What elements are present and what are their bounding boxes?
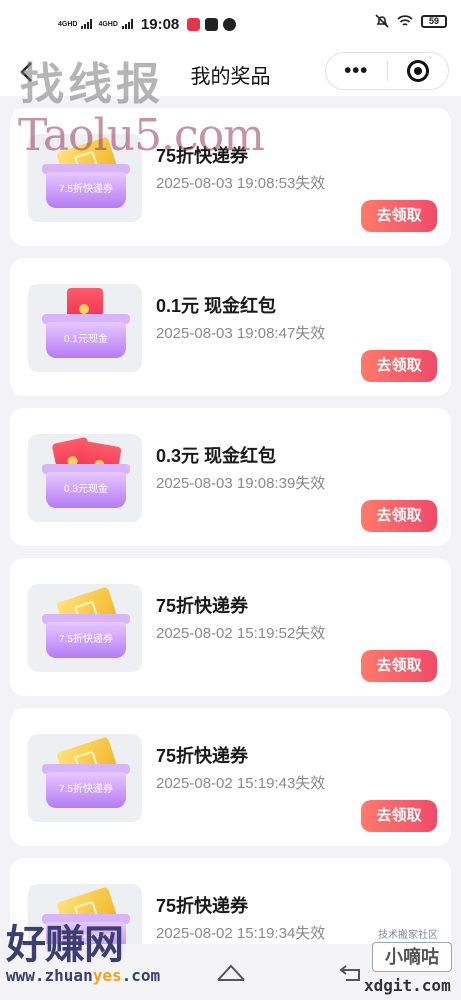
status-time: 19:08 — [140, 15, 180, 33]
watermark-zhuanyes-c: .com — [121, 966, 161, 985]
watermark-zhuanyes-b: yes — [92, 966, 122, 985]
mini-program-capsule: ••• — [325, 52, 449, 90]
claim-button[interactable]: 去领取 — [361, 650, 437, 682]
signal-label-1: 4GHD — [58, 20, 78, 28]
status-bar: 4GHD 4GHD 19:08 59 — [0, 0, 461, 48]
back-nav-icon[interactable] — [338, 962, 364, 982]
prize-expire-time: 2025-08-03 19:08:53失效 — [156, 175, 326, 192]
target-circle-icon — [406, 60, 429, 82]
signal-bars-icon — [121, 19, 133, 29]
mute-bell-icon — [375, 14, 389, 28]
claim-button[interactable]: 去领取 — [361, 800, 437, 832]
prize-badge: 0.3元现金 — [46, 472, 126, 508]
watermark-zhuanyes-a: www.zhuan — [6, 966, 93, 985]
prize-name: 75折快递券 — [156, 896, 249, 916]
watermark-taolu5: Taolu5.com — [18, 110, 265, 161]
claim-button[interactable]: 去领取 — [361, 350, 437, 382]
prize-thumbnail: 0.1元现金 — [28, 284, 142, 372]
watermark-haozhuan: 好赚网 — [6, 922, 124, 968]
prize-expire-time: 2025-08-03 19:08:47失效 — [156, 325, 326, 342]
claim-button[interactable]: 去领取 — [361, 500, 437, 532]
chat-bubble-icon — [223, 17, 237, 31]
prize-card: 0.1元现金 0.1元 现金红包 2025-08-03 19:08:47失效 去… — [10, 258, 451, 396]
prize-expire-time: 2025-08-02 15:19:52失效 — [156, 625, 326, 642]
prize-badge: 0.1元现金 — [46, 322, 126, 358]
prize-thumbnail: 0.3元现金 — [28, 434, 142, 522]
signal-bars-icon — [81, 19, 93, 29]
prize-card: 7.5折快递券 75折快递券 2025-08-02 15:19:52失效 去领取 — [10, 558, 451, 696]
prize-name: 0.1元 现金红包 — [156, 296, 277, 316]
prize-badge: 7.5折快递券 — [46, 172, 126, 208]
watermark-xiaodi-caption: 技术搬家社区 — [378, 930, 438, 941]
message-notification-icon — [205, 17, 219, 31]
more-button[interactable]: ••• — [326, 61, 387, 81]
battery-icon: 59 — [421, 14, 447, 28]
claim-button[interactable]: 去领取 — [361, 200, 437, 232]
prize-card: 7.5折快递券 75折快递券 2025-08-02 15:19:43失效 去领取 — [10, 708, 451, 846]
watermark-zhuanyes: www.zhuanyes.com — [6, 966, 160, 985]
prize-name: 75折快递券 — [156, 596, 249, 616]
prize-card: 0.3元现金 0.3元 现金红包 2025-08-03 19:08:39失效 去… — [10, 408, 451, 546]
close-mini-program-button[interactable] — [387, 60, 448, 82]
signal-label-2: 4GHD — [98, 20, 118, 28]
prize-expire-time: 2025-08-02 15:19:43失效 — [156, 775, 326, 792]
prize-expire-time: 2025-08-03 19:08:39失效 — [156, 475, 326, 492]
prize-thumbnail: 7.5折快递券 — [28, 584, 142, 672]
watermark-zhaoxianbao: 找线报 — [20, 59, 164, 110]
prize-name: 75折快递券 — [156, 746, 249, 766]
prize-thumbnail: 7.5折快递券 — [28, 734, 142, 822]
watermark-xdgit: xdgit.com — [364, 976, 451, 995]
prize-expire-time: 2025-08-02 15:19:34失效 — [156, 925, 326, 942]
wifi-icon — [397, 14, 413, 26]
prize-badge: 7.5折快递券 — [46, 772, 126, 808]
home-nav-icon[interactable] — [216, 962, 246, 982]
watermark-xiaodi: 小嘀咕 — [372, 942, 452, 972]
status-right: 59 — [375, 14, 447, 28]
prize-name: 0.3元 现金红包 — [156, 446, 277, 466]
prize-badge: 7.5折快递券 — [46, 622, 126, 658]
app-notification-icon — [187, 17, 201, 31]
